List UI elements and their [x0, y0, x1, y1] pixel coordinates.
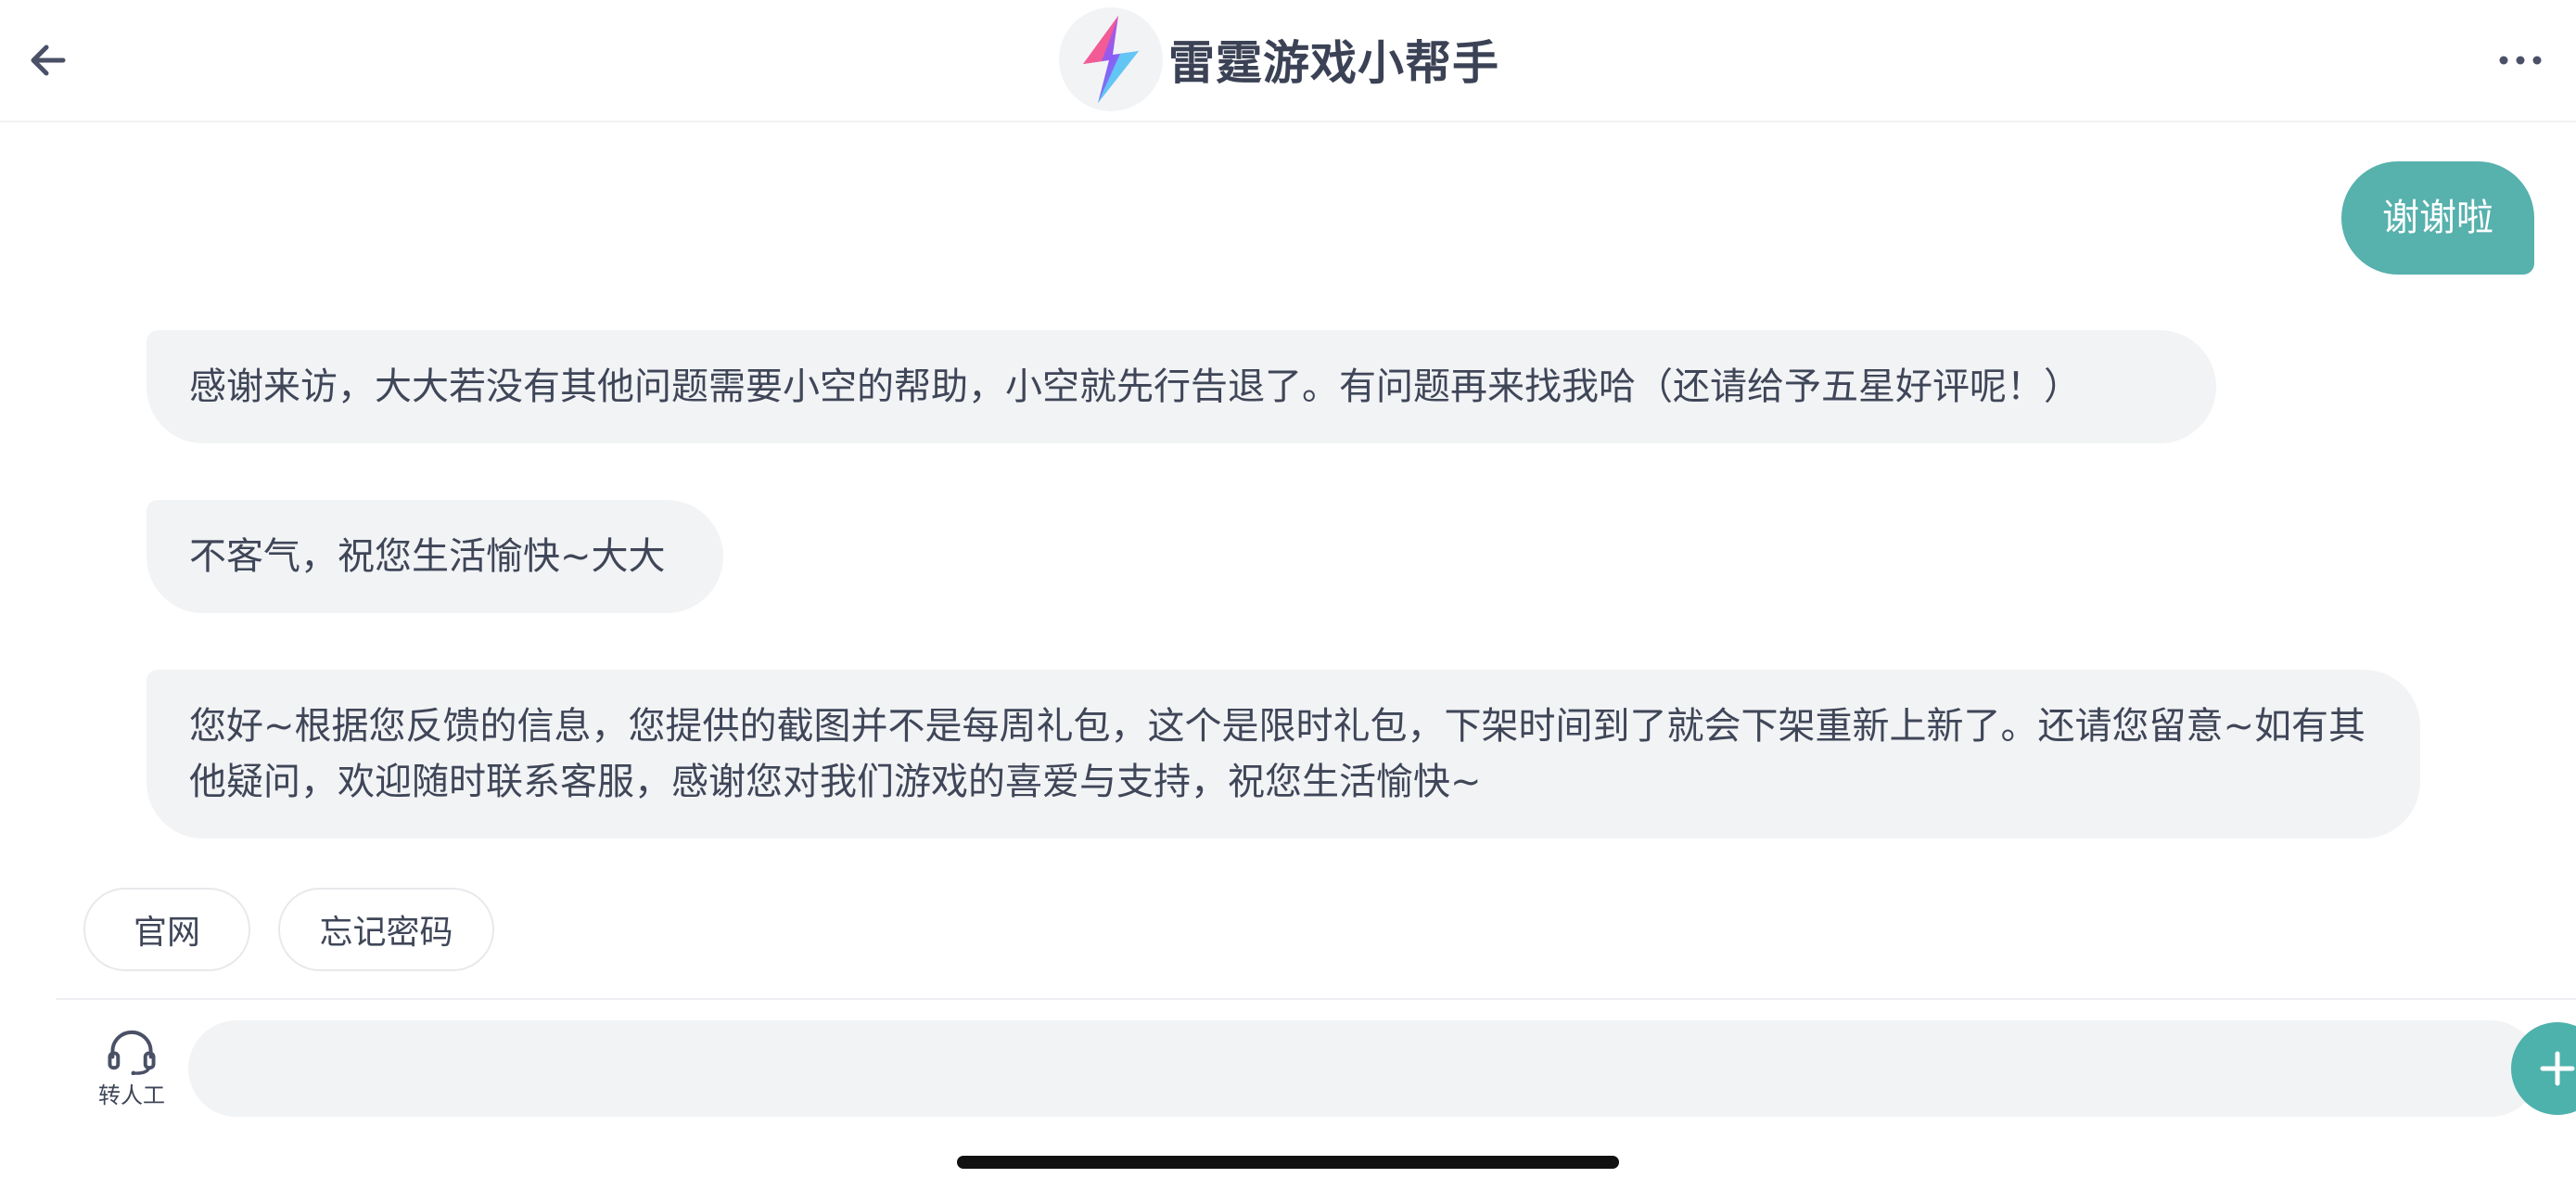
- quick-reply-forgot-password[interactable]: 忘记密码: [278, 888, 494, 971]
- more-options-button[interactable]: [2491, 37, 2550, 83]
- chip-label: 忘记密码: [319, 914, 453, 952]
- title-group: 雷霆游戏小帮手: [1059, 7, 1499, 111]
- message-text: 谢谢啦: [2382, 197, 2493, 239]
- message-text: 您好~根据您反馈的信息，您提供的截图并不是每周礼包，这个是限时礼包，下架时间到了…: [189, 705, 2366, 803]
- ellipsis-icon: [2499, 56, 2542, 65]
- top-bar: 雷霆游戏小帮手: [0, 0, 2576, 122]
- page-title: 雷霆游戏小帮手: [1168, 36, 1499, 90]
- user-message-bubble: 谢谢啦: [2341, 161, 2534, 275]
- message-text: 不客气，祝您生活愉快~大大: [189, 535, 666, 578]
- input-bar: 转人工: [56, 998, 2576, 1121]
- quick-reply-official-site[interactable]: 官网: [83, 888, 250, 971]
- arrow-left-icon: [31, 45, 66, 76]
- agent-label: 转人工: [98, 1082, 165, 1108]
- headset-icon: [108, 1030, 156, 1075]
- thunder-logo-icon: [1059, 7, 1163, 111]
- bot-message-bubble: 您好~根据您反馈的信息，您提供的截图并不是每周礼包，这个是限时礼包，下架时间到了…: [147, 670, 2420, 839]
- plus-icon: [2540, 1051, 2575, 1086]
- home-indicator: [957, 1156, 1619, 1169]
- bot-message-bubble: 不客气，祝您生活愉快~大大: [147, 500, 723, 613]
- back-button[interactable]: [20, 28, 76, 93]
- transfer-to-agent-button[interactable]: 转人工: [83, 1026, 180, 1109]
- message-input[interactable]: [188, 1020, 2539, 1117]
- bot-message-bubble: 感谢来访，大大若没有其他问题需要小空的帮助，小空就先行告退了。有问题再来找我哈（…: [147, 330, 2216, 443]
- message-text: 感谢来访，大大若没有其他问题需要小空的帮助，小空就先行告退了。有问题再来找我哈（…: [189, 365, 2081, 408]
- chip-label: 官网: [133, 914, 200, 952]
